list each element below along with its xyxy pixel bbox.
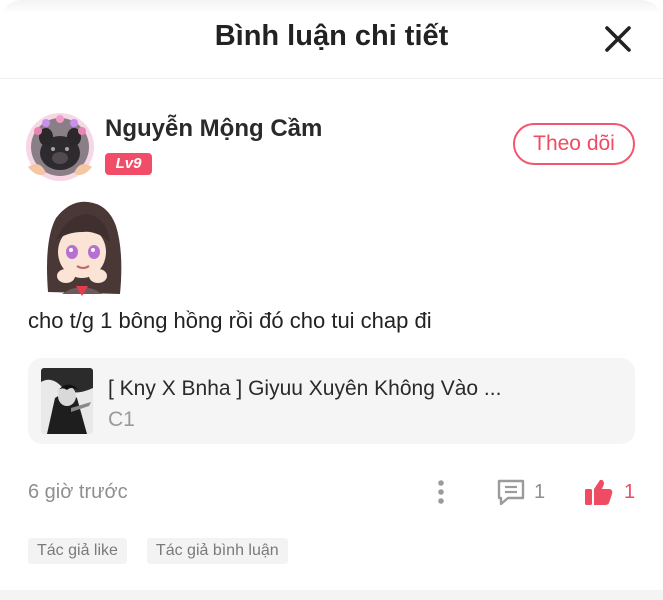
story-chapter: C1: [108, 408, 135, 431]
close-icon: [605, 26, 631, 52]
reply-count: 1: [534, 481, 546, 503]
story-title: [ Kny X Bnha ] Giyuu Xuyên Không Vào ...: [108, 377, 502, 400]
comment-time: 6 giờ trước: [28, 481, 128, 503]
tag-list: Tác giả like Tác giả bình luận: [28, 538, 308, 564]
header: Bình luận chi tiết: [0, 0, 663, 79]
comment-detail-sheet: Bình luận chi tiết Nguyễn Mộng Cầm Lv9 T…: [0, 0, 663, 600]
level-badge: Lv9: [105, 153, 152, 175]
tag-author-commented: Tác giả bình luận: [146, 538, 288, 564]
reply-icon[interactable]: [496, 478, 526, 506]
anime-girl-sticker: [36, 196, 126, 296]
comment-text: cho t/g 1 bông hồng rồi đó cho tui chap …: [28, 308, 432, 333]
story-cover: [41, 368, 93, 434]
bottom-divider: [0, 590, 663, 600]
story-card[interactable]: [ Kny X Bnha ] Giyuu Xuyên Không Vào ...…: [28, 358, 635, 444]
comment-meta-row: 6 giờ trước 1 1: [28, 478, 635, 508]
more-options-icon[interactable]: [433, 478, 449, 506]
avatar[interactable]: [24, 111, 96, 183]
like-count: 1: [624, 481, 636, 503]
follow-button[interactable]: Theo dõi: [513, 123, 635, 165]
tag-author-liked: Tác giả like: [28, 538, 127, 564]
author-name[interactable]: Nguyễn Mộng Cầm: [105, 115, 322, 143]
comment-author-row: Nguyễn Mộng Cầm Lv9 Theo dõi: [24, 105, 635, 185]
like-icon[interactable]: [584, 478, 614, 506]
close-button[interactable]: [601, 22, 635, 56]
avatar-image: [26, 113, 94, 181]
page-title: Bình luận chi tiết: [214, 20, 449, 52]
